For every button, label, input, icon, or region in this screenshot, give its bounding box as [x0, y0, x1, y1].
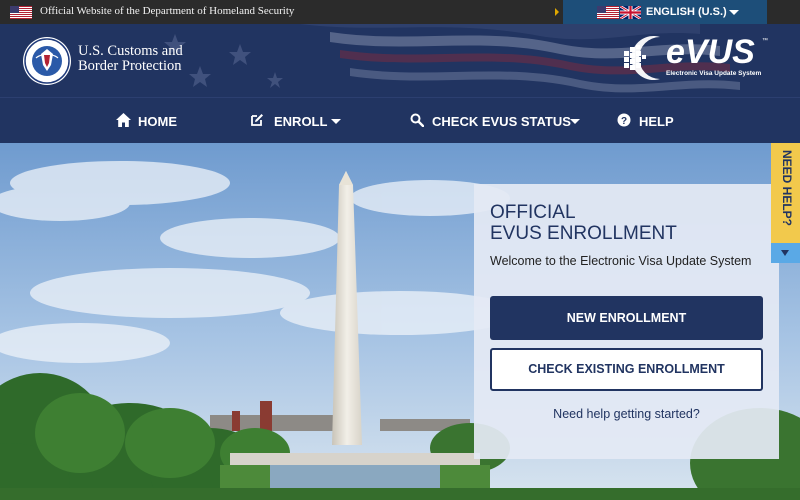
evus-tagline: Electronic Visa Update System [666, 70, 762, 77]
chevron-down-icon [570, 119, 580, 124]
dhs-seal-logo [23, 37, 71, 85]
nav-check-status[interactable]: CHECK EVUS STATUS [410, 112, 585, 130]
nav-enroll-label: ENROLL [274, 114, 328, 129]
help-getting-started-link[interactable]: Need help getting started? [474, 407, 779, 421]
main-nav: HOME ENROLL CHECK EVUS STATUS ? HELP [0, 97, 800, 143]
agency-name-line1: U.S. Customs and [78, 43, 183, 59]
nav-enroll[interactable]: ENROLL [250, 112, 345, 130]
enrollment-card: OFFICIAL EVUS ENROLLMENT Welcome to the … [474, 184, 779, 459]
agency-name-line2: Border Protection [78, 58, 182, 74]
language-label: ENGLISH (U.S.) [646, 6, 727, 18]
trademark-symbol: ™ [762, 38, 768, 44]
evus-logo-text: eVUS [666, 33, 755, 71]
uk-flag-icon [620, 6, 641, 19]
caret-right-icon [555, 8, 559, 16]
us-flag-icon [10, 6, 32, 19]
card-title-line1: OFFICIAL [490, 202, 576, 223]
caret-down-icon [781, 250, 789, 256]
search-icon [410, 113, 424, 127]
nav-home-label: HOME [138, 114, 177, 129]
nav-help-label: HELP [639, 114, 674, 129]
need-help-toggle[interactable] [771, 243, 800, 263]
need-help-tab[interactable]: NEED HELP? [771, 143, 800, 243]
gov-banner-text: Official Website of the Department of Ho… [40, 5, 295, 17]
chevron-down-icon [729, 10, 739, 15]
edit-icon [251, 114, 263, 126]
card-title: OFFICIAL EVUS ENROLLMENT [490, 202, 677, 244]
question-icon: ? [617, 113, 631, 127]
us-flag-icon [597, 6, 619, 19]
language-selector[interactable]: ENGLISH (U.S.) [563, 0, 767, 24]
chevron-down-icon [331, 119, 341, 124]
nav-check-status-label: CHECK EVUS STATUS [432, 114, 571, 129]
svg-text:?: ? [621, 116, 627, 127]
nav-home[interactable]: HOME [116, 112, 186, 130]
site-header: U.S. Customs and Border Protection eVUS … [0, 24, 800, 97]
new-enrollment-button[interactable]: NEW ENROLLMENT [490, 296, 763, 340]
agency-name: U.S. Customs and Border Protection [78, 44, 183, 74]
card-title-line2: EVUS ENROLLMENT [490, 223, 677, 244]
need-help-label: NEED HELP? [780, 150, 794, 227]
check-existing-enrollment-button[interactable]: CHECK EXISTING ENROLLMENT [490, 348, 763, 391]
home-icon [116, 113, 131, 127]
evus-globe-icon [624, 36, 660, 80]
welcome-text: Welcome to the Electronic Visa Update Sy… [490, 254, 752, 268]
nav-help[interactable]: ? HELP [617, 112, 677, 130]
